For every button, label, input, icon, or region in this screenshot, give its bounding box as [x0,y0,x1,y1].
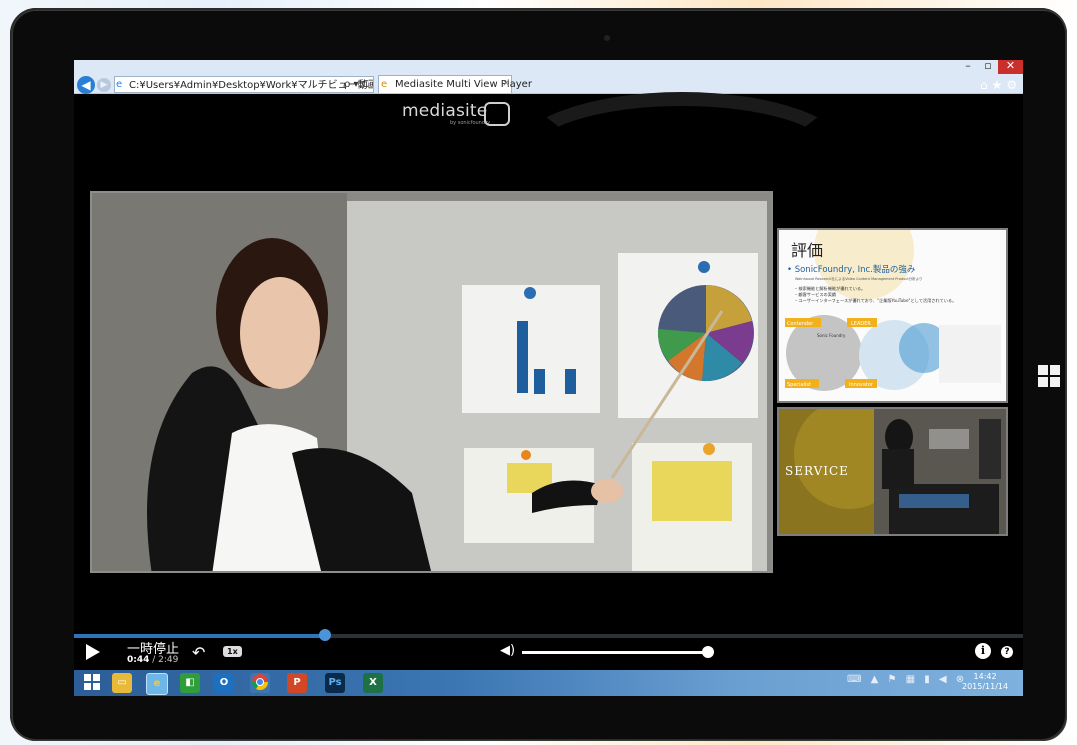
close-window-button[interactable]: ✕ [998,60,1023,74]
store-icon[interactable]: ◧ [180,673,200,693]
taskbar-clock[interactable]: 14:42 2015/11/14 [962,672,1008,692]
tablet-camera [604,35,610,41]
slide-point-2: – 顧客サービスの実績 [795,291,836,298]
start-icon[interactable] [82,673,102,693]
home-favorites-settings-icons[interactable]: ⌂★⚙ [980,78,1021,92]
tab-favicon-icon: e [381,79,388,90]
speed-button[interactable]: 1x [223,646,242,657]
rewind-icon[interactable]: ↶ [192,643,205,662]
studio-scene: SERVICE [779,409,1006,534]
slide-content: 評価 • SonicFoundry, Inc.製品の強み Wainhouse R… [779,230,1006,401]
windows-button-icon[interactable] [1038,365,1062,389]
back-button[interactable]: ◀ [77,76,95,94]
current-time: 0:44 [127,655,150,665]
system-tray-icons[interactable]: ⌨ ▲ ⚑ ▦ ▮ ◀ ⊗ [847,674,967,685]
time-separator: / [149,655,159,665]
progress-handle[interactable] [318,629,331,641]
volume-handle[interactable] [702,646,714,658]
quadrant-contender: Contender [787,321,814,327]
clock-time: 14:42 [973,672,997,681]
clock-date: 2015/11/14 [962,682,1009,691]
forward-button[interactable]: ▶ [97,78,111,92]
slide-bullet: • SonicFoundry, Inc.製品の強み [787,264,916,275]
progress-fill [74,634,325,638]
play-button[interactable] [86,644,100,660]
info-button[interactable]: i [975,643,991,659]
maximize-button[interactable]: ▫ [978,60,998,74]
address-tools[interactable]: ρ ▾ C [344,76,369,93]
browser-tab[interactable]: Mediasite Multi View Player [378,75,532,93]
excel-icon[interactable]: X [363,673,383,693]
volume-icon[interactable]: ◀) [500,643,515,658]
quadrant-specialist: Specialist [787,382,811,388]
slide-point-3: – ユーザーインターフェースが優れており、"企業版YouTube"として活用され… [795,297,956,304]
page-icon: e [116,79,123,90]
main-video[interactable] [90,191,773,573]
slide-title: 評価 [791,241,823,260]
powerpoint-icon[interactable]: P [287,673,307,693]
slide-point-1: – 検索機能と解析機能が優れている。 [795,285,865,292]
total-time: 2:49 [158,655,179,665]
file-explorer-icon[interactable]: ▭ [112,673,132,693]
internet-explorer-icon[interactable]: e [146,673,168,695]
outlook-icon[interactable]: O [214,673,234,693]
quadrant-innovator: Innovator [849,382,874,388]
minimize-button[interactable]: – [958,60,978,74]
mediasite-logo: mediasite [402,101,488,121]
chrome-icon[interactable] [250,673,270,693]
service-label: SERVICE [785,464,849,478]
slide-view[interactable]: 評価 • SonicFoundry, Inc.製品の強み Wainhouse R… [777,228,1008,403]
chart-sonic-label: Sonic Foundry [817,333,846,338]
secondary-video[interactable]: SERVICE [777,407,1008,536]
photoshop-icon[interactable]: Ps [325,673,345,693]
presenter-scene [92,193,771,571]
mediasite-logo-icon [484,102,510,126]
volume-slider[interactable] [522,651,708,654]
slide-subline: Wainhouse Research社によるVideo Content Mana… [795,276,923,281]
help-button[interactable]: ? [1001,646,1013,658]
time-display: 0:44 / 2:49 [127,655,178,665]
tab-close-icon[interactable]: × [502,78,510,89]
screen: ◀ ▶ C:¥Users¥Admin¥Desktop¥Work¥マルチビュー動画… [74,60,1023,696]
address-bar[interactable]: C:¥Users¥Admin¥Desktop¥Work¥マルチビュー動画¥[pu… [114,76,374,93]
quadrant-leader: LEADER [851,321,871,327]
